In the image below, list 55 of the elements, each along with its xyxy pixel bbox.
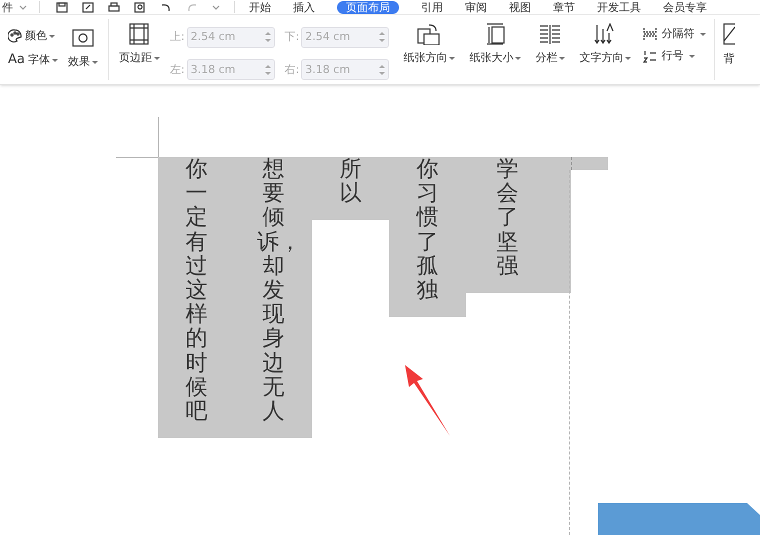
caret-icon[interactable]: [515, 56, 522, 60]
vertical-text: 学会了坚强: [496, 157, 520, 279]
field-label: 下:: [284, 29, 300, 45]
caret-icon[interactable]: [559, 56, 566, 60]
menu-label[interactable]: 件: [2, 2, 13, 12]
ribbon-tab[interactable]: 开始: [249, 0, 271, 14]
field-label: 上:: [170, 29, 185, 45]
ribbon-button[interactable]: 纸张方向: [403, 15, 456, 84]
caret-icon[interactable]: [212, 4, 220, 10]
ribbon-button[interactable]: 文字方向: [579, 15, 632, 84]
ribbon-button[interactable]: 纸张大小: [469, 15, 522, 84]
ribbon-button[interactable]: 页边距: [118, 15, 160, 84]
ribbon-tab[interactable]: 会员专享: [663, 0, 707, 14]
rotate-page-icon[interactable]: [417, 23, 442, 45]
export-icon[interactable]: [82, 2, 94, 12]
effects-icon[interactable]: [72, 29, 94, 47]
breaks-icon[interactable]: [643, 27, 658, 41]
caret-icon[interactable]: [449, 56, 456, 60]
ribbon-button[interactable]: 行号: [643, 49, 706, 63]
line-numbers-icon[interactable]: [643, 49, 658, 63]
ribbon-button[interactable]: 背: [715, 15, 736, 84]
field-label: 右:: [284, 62, 300, 78]
caret-icon[interactable]: [52, 58, 58, 62]
columns-icon[interactable]: [538, 23, 562, 45]
caret-icon[interactable]: [689, 54, 696, 58]
ribbon-button[interactable]: 分栏: [535, 15, 566, 84]
background-icon[interactable]: [723, 23, 736, 45]
ribbon-button[interactable]: 颜色: [8, 29, 58, 43]
save-icon[interactable]: [56, 2, 68, 12]
vertical-text: 所以: [338, 157, 362, 206]
ribbon-tab[interactable]: 章节: [553, 0, 575, 14]
ribbon-tab[interactable]: 审阅: [465, 0, 487, 14]
ribbon-button[interactable]: 效果: [68, 29, 98, 69]
caret-icon[interactable]: [49, 34, 55, 38]
palette-icon[interactable]: [8, 29, 22, 43]
caret-icon[interactable]: [625, 56, 632, 60]
ribbon-button[interactable]: Aa 字体: [8, 53, 58, 67]
margins-icon[interactable]: [129, 23, 150, 45]
ribbon-tab[interactable]: 视图: [509, 0, 531, 14]
caret-icon[interactable]: [700, 32, 706, 36]
ribbon-tab[interactable]: 引用: [421, 0, 443, 14]
print-icon[interactable]: [108, 2, 120, 12]
undo-icon[interactable]: [160, 2, 172, 12]
ribbon-tab[interactable]: 页面布局: [337, 0, 399, 14]
caret-icon[interactable]: [154, 56, 160, 60]
preview-icon[interactable]: [134, 2, 146, 12]
caret-icon[interactable]: [19, 4, 27, 10]
ribbon-button[interactable]: 分隔符: [643, 27, 706, 41]
field-label: 左:: [170, 62, 185, 78]
vertical-text: 想要倾诉，却发现身边无人: [257, 157, 290, 424]
vertical-text: 你一定有过这样的时候吧: [184, 157, 208, 424]
vertical-text: 你习惯了孤独: [415, 157, 440, 304]
ribbon-tab[interactable]: 插入: [293, 0, 315, 14]
caret-icon[interactable]: [92, 60, 98, 64]
ribbon-tab[interactable]: 开发工具: [597, 0, 641, 14]
